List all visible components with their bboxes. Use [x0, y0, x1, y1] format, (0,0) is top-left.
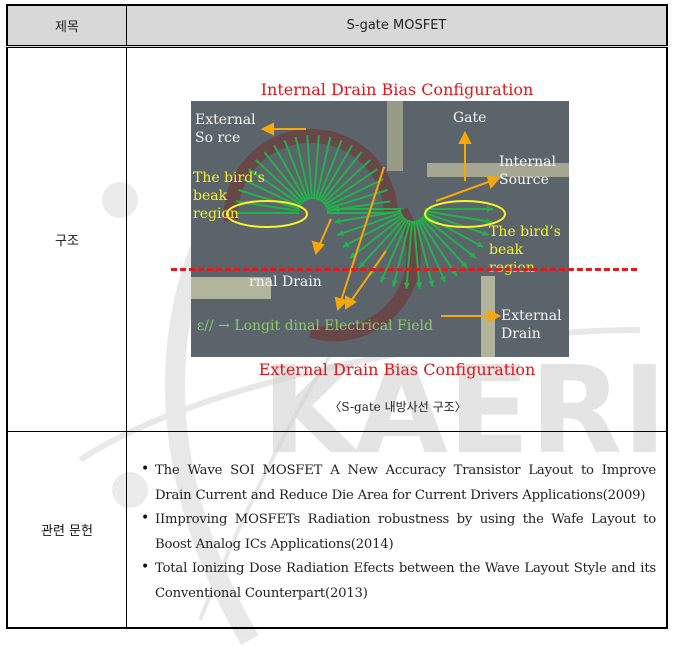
figure-title-internal: Internal Drain Bias Configuration	[260, 80, 534, 99]
label-external-source: External So rce	[195, 112, 256, 146]
arrow-head	[334, 296, 348, 312]
reference-item: IImproving MOSFETs Radiation robustness …	[141, 506, 656, 557]
figure-title-external: External Drain Bias Configuration	[258, 360, 536, 379]
header-row: 제목 S-gate MOSFET	[6, 4, 668, 48]
label-external-drain: External Drain	[501, 308, 562, 342]
gate-bar	[387, 101, 403, 171]
reference-list: The Wave SOI MOSFET A New Accuracy Trans…	[127, 457, 666, 606]
arrow-field-1	[340, 166, 385, 302]
header-label: 제목	[6, 4, 127, 48]
arrow-head	[458, 130, 472, 144]
header-value: S-gate MOSFET	[126, 4, 668, 48]
field-arrowhead	[482, 230, 489, 236]
arrow-internal-source	[435, 180, 492, 202]
arrow-head	[311, 240, 325, 256]
arrow-head	[260, 122, 274, 136]
references-label: 관련 문헌	[6, 431, 127, 629]
label-internal-source: Internal Source	[499, 154, 556, 188]
label-gate: Gate	[453, 110, 487, 126]
structure-content: Internal Drain Bias Configuration Extern…	[126, 46, 668, 432]
cut-line	[171, 268, 637, 271]
label-internal-drain: rnal Drain	[249, 274, 322, 290]
micrograph: External So rce Gate Internal Source The…	[191, 101, 569, 357]
label-field-legend: ε// → Longit dinal Electrical Field	[197, 318, 433, 334]
label-birds-beak-left: The bird’s beak region	[193, 170, 265, 222]
info-table: 제목 S-gate MOSFET 구조 Internal Drain Bias …	[6, 4, 668, 629]
arrow-internal-drain	[318, 218, 332, 247]
arrow-head	[486, 175, 502, 190]
arrow-head	[488, 309, 502, 323]
figure-caption: 〈S-gate 내방사선 구조〉	[329, 400, 467, 414]
field-arrowhead	[337, 230, 344, 236]
field-arrowhead	[487, 206, 493, 212]
structure-row: 구조 Internal Drain Bias Configuration Ext…	[6, 46, 668, 432]
structure-label: 구조	[6, 46, 127, 432]
s-gate-figure: Internal Drain Bias Configuration Extern…	[137, 72, 657, 402]
reference-item: The Wave SOI MOSFET A New Accuracy Trans…	[141, 457, 656, 508]
references-row: 관련 문헌 The Wave SOI MOSFET A New Accuracy…	[6, 431, 668, 629]
field-arrowhead	[416, 282, 423, 289]
references-content: The Wave SOI MOSFET A New Accuracy Trans…	[126, 431, 668, 629]
reference-item: Total Ionizing Dose Radiation Efects bet…	[141, 555, 656, 606]
